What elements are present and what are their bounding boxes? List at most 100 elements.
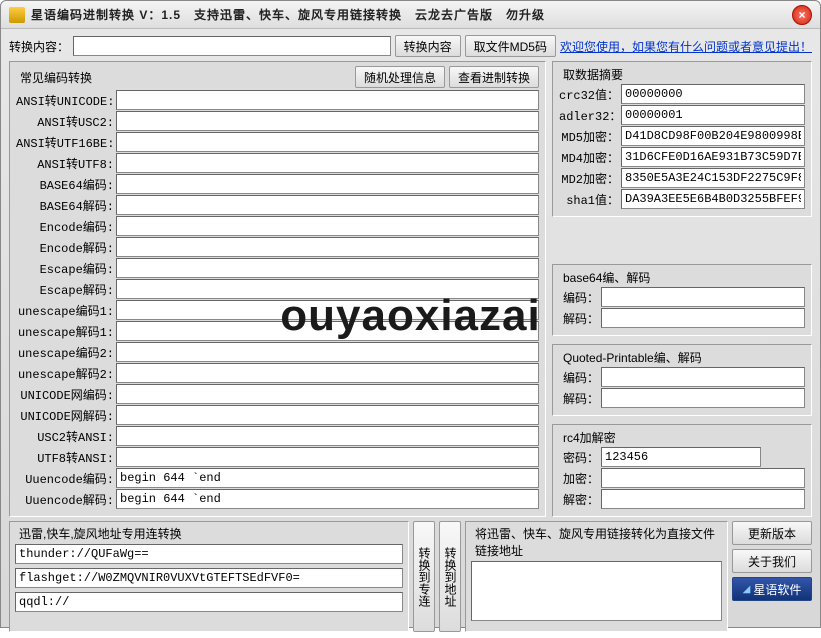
encoding-row-label: ANSI转UNICODE: [16,92,116,109]
encoding-row-input[interactable] [116,300,539,320]
encoding-row-input[interactable] [116,384,539,404]
digest-row-input[interactable] [621,84,805,104]
encoding-row-input[interactable] [116,111,539,131]
url-encode-group: 迅雷,快车,旋风地址专用连转换 [9,521,409,632]
encoding-row-input[interactable] [116,132,539,152]
qp-enc-label: 编码： [559,369,601,386]
url-decode-group: 将迅雷、快车、旋风专用链接转化为直接文件链接地址 [465,521,728,632]
encoding-row-label: BASE64编码: [16,176,116,193]
encoding-row-label: Uuencode解码: [16,491,116,508]
encoding-row-input[interactable] [116,447,539,467]
qp-group: Quoted-Printable编、解码 编码： 解码： [552,344,812,416]
encoding-row-input[interactable] [116,342,539,362]
about-button[interactable]: 关于我们 [732,549,812,573]
welcome-link[interactable]: 欢迎您使用，如果您有什么问题或者意见提出！ [560,38,812,55]
rc4-dec-label: 解密： [559,491,601,508]
app-icon [9,7,25,23]
digest-row-input[interactable] [621,105,805,125]
encoding-row-label: UNICODE网编码: [16,386,116,403]
logo-label: 星语软件 [753,581,801,598]
encoding-row-label: Escape解码: [16,281,116,298]
url-decode-title: 将迅雷、快车、旋风专用链接转化为直接文件链接地址 [471,525,722,559]
encoding-row-input[interactable] [116,321,539,341]
encoding-row-input[interactable] [116,468,539,488]
qp-dec-input[interactable] [601,388,805,408]
base64-group: base64编、解码 编码： 解码： [552,264,812,336]
rc4-dec-input[interactable] [601,489,805,509]
encoding-row-label: USC2转ANSI: [16,428,116,445]
encoding-row-label: Encode解码: [16,239,116,256]
window-title: 星语编码进制转换 V：1.5 支持迅雷、快车、旋风专用链接转换 云龙去广告版 勿… [31,6,792,23]
encoding-row-label: unescape编码1: [16,302,116,319]
close-icon[interactable]: × [792,5,812,25]
encoding-row-label: ANSI转USC2: [16,113,116,130]
digest-title: 取数据摘要 [559,66,805,83]
convert-input[interactable] [73,36,391,56]
encoding-row-label: unescape解码1: [16,323,116,340]
flashget-input[interactable] [15,568,403,588]
digest-row-label: MD2加密： [559,170,621,187]
encoding-row-label: UTF8转ANSI: [16,449,116,466]
encoding-row-input[interactable] [116,174,539,194]
encoding-row-input[interactable] [116,405,539,425]
encodings-title: 常见编码转换 [16,69,96,86]
encoding-row-label: BASE64解码: [16,197,116,214]
encoding-row-input[interactable] [116,489,539,509]
rc4-pwd-label: 密码： [559,449,601,466]
view-radix-button[interactable]: 查看进制转换 [449,66,539,88]
encoding-row-input[interactable] [116,363,539,383]
titlebar: 星语编码进制转换 V：1.5 支持迅雷、快车、旋风专用链接转换 云龙去广告版 勿… [1,1,820,29]
encoding-row-label: Uuencode编码: [16,470,116,487]
encoding-row-input[interactable] [116,195,539,215]
thunder-input[interactable] [15,544,403,564]
qp-title: Quoted-Printable编、解码 [559,349,805,366]
logo-button[interactable]: 星语软件 [732,577,812,601]
direct-url-output[interactable] [471,561,722,621]
encoding-row-input[interactable] [116,216,539,236]
digest-row-label: adler32： [559,107,621,124]
encoding-row-input[interactable] [116,258,539,278]
encoding-row-label: UNICODE网解码: [16,407,116,424]
encoding-row-label: unescape解码2: [16,365,116,382]
digest-row-label: crc32值： [559,86,621,103]
encoding-row-input[interactable] [116,153,539,173]
digest-row-input[interactable] [621,189,805,209]
qqdl-input[interactable] [15,592,403,612]
encoding-row-label: ANSI转UTF8: [16,155,116,172]
file-md5-button[interactable]: 取文件MD5码 [465,35,556,57]
url-encode-title: 迅雷,快车,旋风地址专用连转换 [15,525,403,542]
digest-row-label: MD4加密： [559,149,621,166]
to-special-link-button[interactable]: 转换到专连 [413,521,435,632]
encoding-row-input[interactable] [116,426,539,446]
qp-enc-input[interactable] [601,367,805,387]
encoding-row-label: Encode编码: [16,218,116,235]
digest-row-input[interactable] [621,147,805,167]
base64-enc-label: 编码： [559,289,601,306]
rc4-enc-input[interactable] [601,468,805,488]
encoding-row-label: ANSI转UTF16BE: [16,134,116,151]
qp-dec-label: 解码： [559,390,601,407]
digest-row-input[interactable] [621,168,805,188]
encodings-group: 常见编码转换 随机处理信息 查看进制转换 ANSI转UNICODE: ANSI转U… [9,61,546,517]
base64-title: base64编、解码 [559,269,805,286]
encoding-row-input[interactable] [116,279,539,299]
digest-row-label: MD5加密： [559,128,621,145]
encoding-row-input[interactable] [116,90,539,110]
rc4-pwd-input[interactable] [601,447,761,467]
random-process-button[interactable]: 随机处理信息 [355,66,445,88]
to-address-button[interactable]: 转换到地址 [439,521,461,632]
base64-dec-label: 解码： [559,310,601,327]
rc4-enc-label: 加密： [559,470,601,487]
base64-enc-input[interactable] [601,287,805,307]
update-button[interactable]: 更新版本 [732,521,812,545]
digest-group: 取数据摘要 crc32值： adler32： MD5加密： MD4加密： MD2加密： s… [552,61,812,217]
convert-label: 转换内容： [9,38,69,55]
encoding-row-label: Escape编码: [16,260,116,277]
rc4-title: rc4加解密 [559,429,805,446]
digest-row-label: sha1值： [559,191,621,208]
digest-row-input[interactable] [621,126,805,146]
encoding-row-input[interactable] [116,237,539,257]
rc4-group: rc4加解密 密码： 加密： 解密： [552,424,812,517]
base64-dec-input[interactable] [601,308,805,328]
convert-button[interactable]: 转换内容 [395,35,461,57]
